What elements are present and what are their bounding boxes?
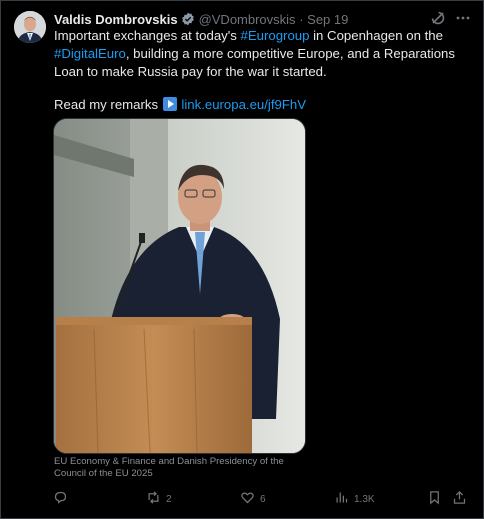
media-caption: EU Economy & Finance and Danish Presiden… <box>54 456 284 479</box>
remarks-label: Read my remarks <box>54 97 159 112</box>
reply-icon <box>53 490 68 508</box>
bookmark-icon <box>427 490 442 508</box>
post-date[interactable]: Sep 19 <box>307 12 348 27</box>
like-count: 6 <box>260 493 266 505</box>
share-button[interactable] <box>452 488 467 510</box>
author-handle[interactable]: @VDombrovskis <box>199 12 296 27</box>
reply-button[interactable] <box>53 488 73 510</box>
author-avatar[interactable] <box>14 11 46 43</box>
text-part: Important exchanges at today's <box>54 28 241 43</box>
more-icon[interactable] <box>455 10 471 26</box>
post-text: Important exchanges at today's #Eurogrou… <box>54 27 470 114</box>
action-bar: 2 6 1.3K <box>0 488 484 510</box>
remarks-link[interactable]: link.europa.eu/jf9FhV <box>181 97 306 112</box>
repost-button[interactable]: 2 <box>146 488 172 510</box>
bookmark-button[interactable] <box>427 488 442 510</box>
like-icon <box>240 490 255 508</box>
hashtag-digitaleuro[interactable]: #DigitalEuro <box>54 46 126 61</box>
hashtag-eurogroup[interactable]: #Eurogroup <box>241 28 310 43</box>
repost-count: 2 <box>166 493 172 505</box>
repost-icon <box>146 490 161 508</box>
grok-icon[interactable] <box>430 10 446 26</box>
like-button[interactable]: 6 <box>240 488 266 510</box>
text-part: in Copenhagen on the <box>309 28 443 43</box>
share-icon <box>452 490 467 508</box>
author-name[interactable]: Valdis Dombrovskis <box>54 12 178 27</box>
views-icon <box>334 490 349 508</box>
play-button-emoji-icon <box>162 97 177 111</box>
post-image[interactable] <box>53 118 306 454</box>
header-separator: · <box>299 12 304 27</box>
views-button[interactable]: 1.3K <box>334 488 375 510</box>
views-count: 1.3K <box>354 493 375 505</box>
